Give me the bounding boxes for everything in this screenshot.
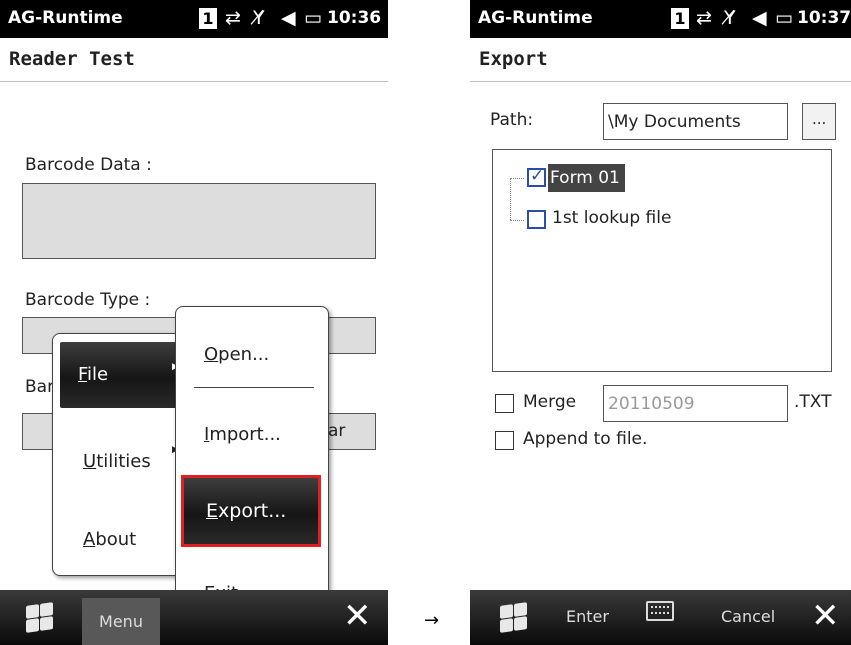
tree-item-checkbox[interactable] — [527, 166, 546, 187]
title-bar: Reader Test — [0, 38, 388, 82]
no-signal-icon: Y̸ — [724, 7, 736, 29]
submenu-open[interactable]: Open... — [204, 344, 269, 365]
enter-softkey[interactable]: Enter — [566, 607, 609, 626]
export-label: xport... — [218, 500, 287, 522]
main-menu: File ▶ Utilities ▶ About — [52, 333, 192, 576]
status-bar: AG-Runtime 1 ⇄ Y̸ ◀ ▭ 10:36 — [0, 0, 388, 38]
file-submenu: Open... Import... Export... Exit — [175, 306, 329, 627]
menu-file-key: F — [78, 364, 88, 385]
reader-test-screen: AG-Runtime 1 ⇄ Y̸ ◀ ▭ 10:36 Reader Test … — [0, 0, 388, 645]
import-label: mport... — [209, 424, 281, 445]
page-title: Export — [479, 48, 548, 70]
volume-icon: ◀ — [281, 7, 296, 29]
open-key: O — [204, 344, 219, 365]
keyboard-icon[interactable] — [646, 601, 674, 621]
connectivity-icon: ⇄ — [696, 7, 712, 29]
close-icon[interactable]: ✕ — [811, 596, 840, 636]
title-bar: Export — [470, 38, 851, 82]
connectivity-icon: ⇄ — [225, 7, 241, 29]
path-input[interactable]: \My Documents — [603, 103, 788, 140]
path-label: Path: — [490, 110, 534, 130]
path-value: \My Documents — [608, 112, 741, 132]
browse-button[interactable]: ... — [802, 103, 836, 140]
append-label: Append to file. — [523, 429, 648, 449]
bottom-bar: ✕ — [0, 590, 388, 645]
tree-item-label: Form 01 — [548, 164, 625, 192]
open-label: pen... — [218, 344, 270, 365]
no-signal-icon: Y̸ — [253, 7, 265, 29]
barcode-data-label: Barcode Data : — [25, 155, 152, 175]
merge-value: 20110509 — [608, 394, 695, 414]
menu-item-utilities[interactable]: Utilities — [83, 451, 151, 472]
status-time: 10:36 — [327, 8, 382, 28]
windows-start-icon[interactable] — [498, 602, 528, 633]
third-label: Bar — [25, 377, 55, 397]
menu-softkey[interactable]: Menu — [82, 598, 160, 645]
submenu-export[interactable]: Export... — [181, 475, 321, 547]
status-app-name: AG-Runtime — [8, 8, 123, 28]
status-bar: AG-Runtime 1 ⇄ Y̸ ◀ ▭ 10:37 — [470, 0, 851, 38]
barcode-data-field[interactable] — [22, 183, 376, 259]
menu-utilities-label: tilities — [96, 451, 151, 472]
menu-separator — [194, 387, 314, 388]
windows-start-icon[interactable] — [24, 602, 54, 633]
export-screen: AG-Runtime 1 ⇄ Y̸ ◀ ▭ 10:37 Export Path:… — [470, 0, 851, 645]
merge-label: Merge — [523, 392, 577, 412]
browse-button-label: ... — [812, 110, 827, 128]
submenu-import[interactable]: Import... — [204, 424, 281, 445]
status-time: 10:37 — [797, 8, 851, 28]
volume-icon: ◀ — [752, 7, 767, 29]
clear-button-label: ar — [328, 421, 346, 441]
extension-label: .TXT — [794, 392, 832, 412]
menu-utilities-key: U — [83, 451, 97, 472]
barcode-type-label: Barcode Type : — [25, 290, 151, 310]
battery-icon: ▭ — [304, 7, 322, 29]
close-icon[interactable]: ✕ — [343, 596, 372, 636]
merge-input[interactable]: 20110509 — [603, 385, 788, 422]
cancel-softkey[interactable]: Cancel — [721, 607, 775, 626]
menu-item-about[interactable]: About — [83, 529, 136, 550]
append-checkbox[interactable] — [495, 431, 514, 450]
export-tree: Form 01 1st lookup file — [492, 149, 832, 372]
bottom-bar: Enter Cancel ✕ — [470, 590, 851, 645]
notification-badge: 1 — [199, 8, 217, 29]
export-key: E — [206, 500, 219, 522]
menu-file-label: ile — [87, 364, 109, 385]
tree-item-checkbox[interactable] — [527, 210, 546, 229]
menu-about-label: bout — [95, 529, 137, 550]
page-title: Reader Test — [9, 48, 135, 70]
merge-checkbox[interactable] — [495, 394, 514, 413]
battery-icon: ▭ — [775, 7, 793, 29]
menu-item-file[interactable]: File ▶ — [60, 342, 185, 408]
tree-item-label: 1st lookup file — [552, 208, 672, 228]
status-app-name: AG-Runtime — [478, 8, 593, 28]
notification-badge: 1 — [671, 8, 689, 29]
menu-about-key: A — [83, 529, 96, 550]
transition-arrow: → — [424, 610, 440, 631]
